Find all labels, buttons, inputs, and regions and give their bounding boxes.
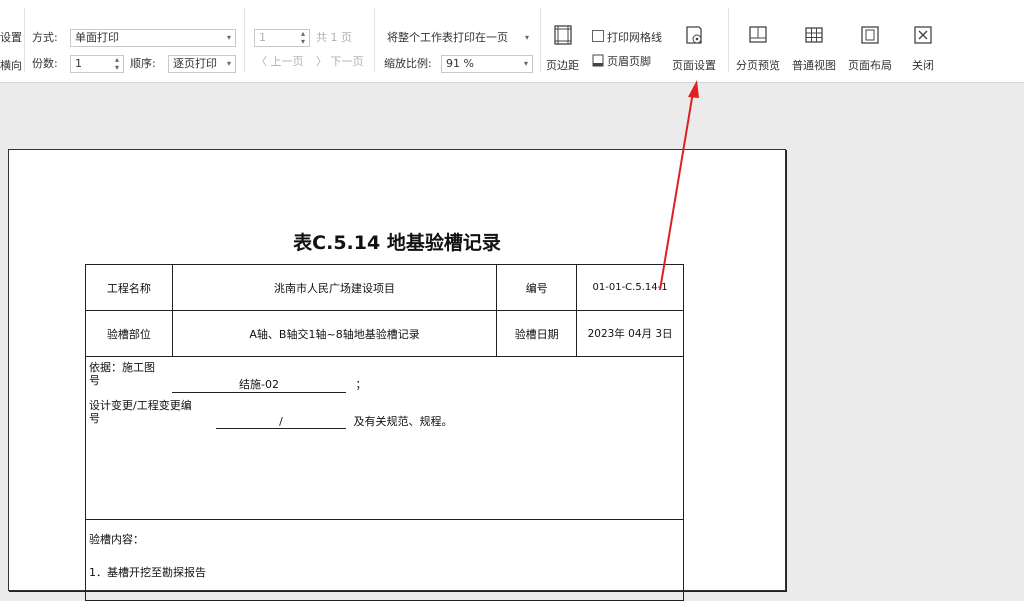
annotation-arrow bbox=[659, 80, 699, 291]
